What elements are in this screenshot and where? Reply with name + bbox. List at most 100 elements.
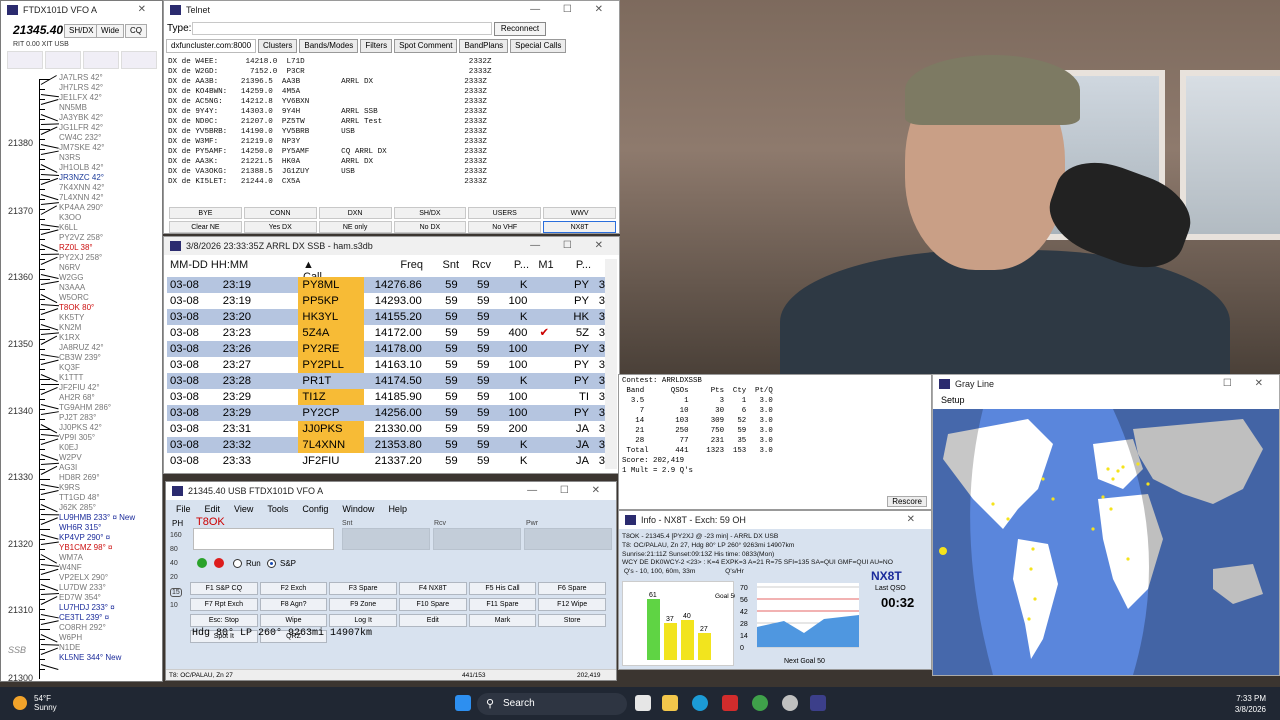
bandmap-spot[interactable]: VP2ELX 290° bbox=[59, 573, 108, 582]
function-key-button[interactable]: F5 His Call bbox=[468, 582, 537, 595]
band-option[interactable]: 160 bbox=[170, 532, 182, 539]
start-icon[interactable] bbox=[455, 695, 471, 711]
menu-item[interactable]: File bbox=[176, 504, 191, 514]
bandmap-spot[interactable]: JF2FIU 42° bbox=[59, 383, 100, 392]
bandmap-spot[interactable]: WH6R 315° bbox=[59, 523, 101, 532]
bandmap-spot[interactable]: JA8RUZ 42° bbox=[59, 343, 104, 352]
telnet-tab[interactable]: Special Calls bbox=[510, 39, 567, 53]
log-row[interactable]: 03-08 23:33 JF2FIU 21337.20 59 59 K JA 3 bbox=[167, 453, 605, 469]
shdx-button[interactable]: SH/DX bbox=[64, 24, 99, 38]
log-row[interactable]: 03-08 23:31 JJ0PKS 21330.00 59 59 200 JA 3 bbox=[167, 421, 605, 437]
function-key-button[interactable]: Store bbox=[538, 614, 606, 627]
function-key-button[interactable]: F4 NX8T bbox=[398, 582, 467, 595]
cluster-spot-line[interactable]: DX de W4EE: 14218.0 L71D 2332Z bbox=[168, 57, 608, 67]
telnet-tab[interactable]: Clusters bbox=[258, 39, 298, 53]
cluster-spot-line[interactable]: DX de YV5BRB: 14190.0 YV5BRB USB 2333Z bbox=[168, 127, 608, 137]
info-titlebar[interactable]: Info - NX8T - Exch: 59 OH ✕ bbox=[619, 511, 931, 529]
bandmap-spot[interactable]: T8OK 80° bbox=[59, 303, 94, 312]
red-app-icon[interactable] bbox=[722, 695, 738, 711]
bandmap-spot[interactable]: AG3I bbox=[59, 463, 77, 472]
col-datetime[interactable]: MM-DD HH:MM bbox=[167, 259, 299, 275]
bandmap-spot[interactable]: K9RS bbox=[59, 483, 80, 492]
function-key-button[interactable]: F1 S&P CQ bbox=[190, 582, 258, 595]
bandmap-filter-boxes[interactable] bbox=[7, 51, 157, 69]
telnet-cmd-button[interactable]: No DX bbox=[393, 221, 467, 233]
bandmap-spot[interactable]: KL5NE 344° New bbox=[59, 653, 121, 662]
log-titlebar[interactable]: 3/8/2026 23:33:35Z ARRL DX SSB - ham.s3d… bbox=[164, 237, 619, 255]
grayline-titlebar[interactable]: Gray Line ☐ ✕ bbox=[933, 375, 1279, 393]
telnet-tab[interactable]: Bands/Modes bbox=[299, 39, 359, 53]
telnet-cmd-button[interactable]: SH/DX bbox=[393, 207, 467, 219]
cluster-spot-line[interactable]: DX de AA3B: 21396.5 AA3B ARRL DX 2333Z bbox=[168, 77, 608, 87]
function-key-button[interactable]: F6 Spare bbox=[538, 582, 606, 595]
log-scrollbar[interactable] bbox=[605, 259, 617, 469]
bandmap-spot[interactable]: W2PV bbox=[59, 453, 82, 462]
clock[interactable]: 7:33 PM 3/8/2026 bbox=[1235, 693, 1266, 715]
col-freq[interactable]: Freq bbox=[365, 259, 425, 275]
bandmap-spot[interactable]: K1RX bbox=[59, 333, 80, 342]
band-option[interactable]: 40 bbox=[170, 560, 178, 567]
log-row[interactable]: 03-08 23:23 5Z4A 14172.00 59 59 400 ✔ 5Z 3 bbox=[167, 325, 605, 341]
log-row[interactable]: 03-08 23:19 PP5KP 14293.00 59 59 100 PY 3 bbox=[167, 293, 605, 309]
function-key-button[interactable]: Esc: Stop bbox=[190, 614, 258, 627]
bandmap-spot[interactable]: ED7W 354° bbox=[59, 593, 101, 602]
band-option[interactable]: 15 bbox=[170, 588, 182, 597]
telnet-cmd-button[interactable]: Yes DX bbox=[243, 221, 317, 233]
setup-menu[interactable]: Setup bbox=[941, 395, 965, 405]
entry-titlebar[interactable]: 21345.40 USB FTDX101D VFO A — ☐ ✕ bbox=[166, 482, 616, 500]
band-option[interactable]: 10 bbox=[170, 602, 178, 609]
log-row[interactable]: 03-08 23:26 PY2RE 14178.00 59 59 100 PY 3 bbox=[167, 341, 605, 357]
cluster-spot-line[interactable]: DX de AA3K: 21221.5 HK0A ARRL DX 2333Z bbox=[168, 157, 608, 167]
bandmap-spot[interactable]: VP9I 305° bbox=[59, 433, 95, 442]
bandmap-spot[interactable]: JJ0PKS 42° bbox=[59, 423, 102, 432]
col-prefix[interactable]: P... bbox=[563, 259, 591, 275]
bandmap-spot[interactable]: 7L4XNN 42° bbox=[59, 193, 104, 202]
logger-app-icon[interactable] bbox=[810, 695, 826, 711]
bandmap-spot[interactable]: LU9HMB 233° ¤ New bbox=[59, 513, 135, 522]
bandmap-spot[interactable]: TT1GD 48° bbox=[59, 493, 100, 502]
window-controls-icon[interactable]: — ☐ ✕ bbox=[530, 237, 613, 255]
menu-item[interactable]: Config bbox=[302, 504, 328, 514]
bandmap-spot[interactable]: KQ3F bbox=[59, 363, 80, 372]
cluster-spot-line[interactable]: DX de KO4BWN: 14259.0 4M5A 2333Z bbox=[168, 87, 608, 97]
telnet-cmd-button[interactable]: USERS bbox=[468, 207, 542, 219]
bandmap-spot[interactable]: KK5TY bbox=[59, 313, 84, 322]
cluster-spot-line[interactable]: DX de ND0C: 21207.0 PZ5TW ARRL Test 2333… bbox=[168, 117, 608, 127]
bandmap-spot[interactable]: PY2XJ 258° bbox=[59, 253, 102, 262]
window-controls-icon[interactable]: — ☐ ✕ bbox=[527, 482, 610, 500]
telnet-tab[interactable]: BandPlans bbox=[459, 39, 509, 53]
log-row[interactable]: 03-08 23:29 TI1Z 14185.90 59 59 100 TI 3 bbox=[167, 389, 605, 405]
menu-item[interactable]: Help bbox=[388, 504, 407, 514]
bandmap-spot[interactable]: JH7LRS 42° bbox=[59, 83, 103, 92]
snt-input[interactable] bbox=[342, 528, 430, 550]
telnet-tab[interactable]: Spot Comment bbox=[394, 39, 458, 53]
function-key-button[interactable]: Log It bbox=[329, 614, 397, 627]
bandmap-spot[interactable]: KP4AA 290° bbox=[59, 203, 103, 212]
bandmap-spot[interactable]: JG1LFR 42° bbox=[59, 123, 103, 132]
col-rcv[interactable]: Rcv bbox=[459, 259, 491, 275]
bandmap-spot[interactable]: YB1CMZ 98° ¤ bbox=[59, 543, 112, 552]
rcv-input[interactable] bbox=[433, 528, 521, 550]
function-key-button[interactable]: F11 Spare bbox=[468, 598, 537, 611]
cluster-spot-line[interactable]: DX de 9Y4Y: 14303.0 9Y4H ARRL SSB 2333Z bbox=[168, 107, 608, 117]
telnet-cmd-button[interactable]: DXN bbox=[318, 207, 392, 219]
log-row[interactable]: 03-08 23:32 7L4XNN 21353.80 59 59 K JA 3 bbox=[167, 437, 605, 453]
bandmap-spot[interactable]: JE1LFX 42° bbox=[59, 93, 102, 102]
band-option[interactable]: 20 bbox=[170, 574, 178, 581]
function-key-button[interactable]: Edit bbox=[398, 614, 467, 627]
bandmap-spot[interactable]: W4NF bbox=[59, 563, 82, 572]
function-key-button[interactable]: F7 Rpt Exch bbox=[190, 598, 258, 611]
function-key-button[interactable]: F3 Spare bbox=[329, 582, 397, 595]
bandmap-spot[interactable]: N6RV bbox=[59, 263, 80, 272]
bandmap-spot[interactable]: CB3W 239° bbox=[59, 353, 101, 362]
bandmap-spot[interactable]: PJ2T 283° bbox=[59, 413, 96, 422]
bandmap-spot[interactable]: JH1OLB 42° bbox=[59, 163, 104, 172]
rescore-button[interactable]: Rescore bbox=[887, 496, 927, 507]
bandmap-spot[interactable]: CE3TL 239° ¤ bbox=[59, 613, 109, 622]
cluster-spot-line[interactable]: DX de KI5LET: 21244.0 CX5A 2333Z bbox=[168, 177, 608, 187]
function-key-button[interactable]: F9 Zone bbox=[329, 598, 397, 611]
bandmap-spot[interactable]: JA7LRS 42° bbox=[59, 73, 103, 82]
reconnect-button[interactable]: Reconnect bbox=[494, 22, 546, 36]
menu-item[interactable]: Window bbox=[342, 504, 374, 514]
telnet-cmd-button[interactable]: NX8T bbox=[543, 221, 616, 233]
